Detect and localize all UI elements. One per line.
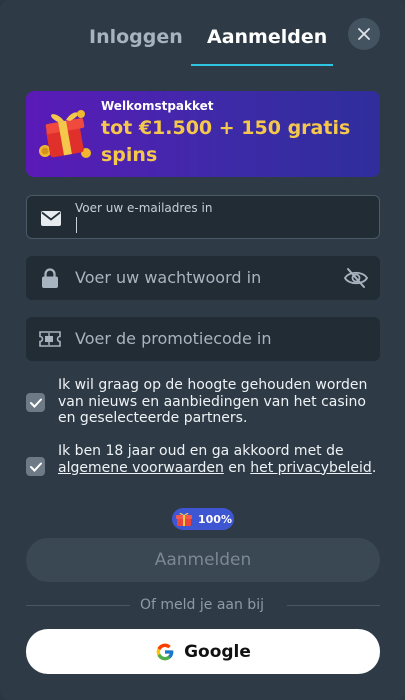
banner-kicker: Welkomstpakket <box>101 99 214 113</box>
terms-text-after: . <box>371 459 377 476</box>
terms-checkbox[interactable] <box>26 457 45 476</box>
eye-off-icon[interactable] <box>344 267 368 289</box>
close-icon <box>358 28 370 40</box>
bonus-badge: 100% <box>172 508 234 530</box>
welcome-banner[interactable]: Welkomstpakket tot €1.500 + 150 gratis s… <box>26 91 380 177</box>
registration-modal: Inloggen Aanmelden Welkomstpakket tot €1… <box>0 0 405 700</box>
google-signup-button[interactable]: Google <box>26 629 380 674</box>
tab-login[interactable]: Inloggen <box>89 26 183 48</box>
newsletter-checkbox[interactable] <box>26 393 45 412</box>
divider-line-right <box>287 605 380 606</box>
email-field[interactable]: Voer uw e-mailadres in <box>26 195 380 239</box>
banner-title: tot €1.500 + 150 gratis spins <box>101 117 351 166</box>
google-icon <box>156 643 174 660</box>
active-tab-indicator <box>191 64 333 66</box>
bonus-badge-text: 100% <box>198 512 232 526</box>
terms-consent-text: Ik ben 18 jaar oud en ga akkoord met de … <box>58 443 383 476</box>
envelope-icon <box>41 210 61 226</box>
gift-icon <box>176 512 192 526</box>
auth-tabs: Inloggen Aanmelden <box>0 0 405 68</box>
google-label: Google <box>184 641 251 662</box>
lock-icon <box>42 268 58 288</box>
gift-icon <box>39 110 91 158</box>
password-field[interactable]: Voer uw wachtwoord in <box>26 256 380 300</box>
terms-link[interactable]: algemene voorwaarden <box>58 460 224 476</box>
terms-text-middle: en <box>223 459 251 476</box>
tab-register[interactable]: Aanmelden <box>207 26 327 48</box>
register-submit-button[interactable]: Aanmelden <box>26 538 380 582</box>
checkmark-icon <box>29 462 42 472</box>
ticket-icon <box>39 331 61 347</box>
divider-line-left <box>26 605 130 606</box>
email-label: Voer uw e-mailadres in <box>75 201 213 215</box>
promo-placeholder: Voer de promotiecode in <box>75 329 272 348</box>
privacy-link[interactable]: het privacybeleid <box>250 460 372 476</box>
text-cursor <box>76 217 77 233</box>
promo-code-field[interactable]: Voer de promotiecode in <box>26 317 380 361</box>
newsletter-consent-text: Ik wil graag op de hoogte gehouden worde… <box>58 377 368 426</box>
password-placeholder: Voer uw wachtwoord in <box>75 268 262 287</box>
checkmark-icon <box>29 398 42 408</box>
divider-text: Of meld je aan bij <box>140 597 264 613</box>
close-button[interactable] <box>348 18 380 50</box>
terms-text-before: Ik ben 18 jaar oud en ga akkoord met de <box>58 443 344 459</box>
